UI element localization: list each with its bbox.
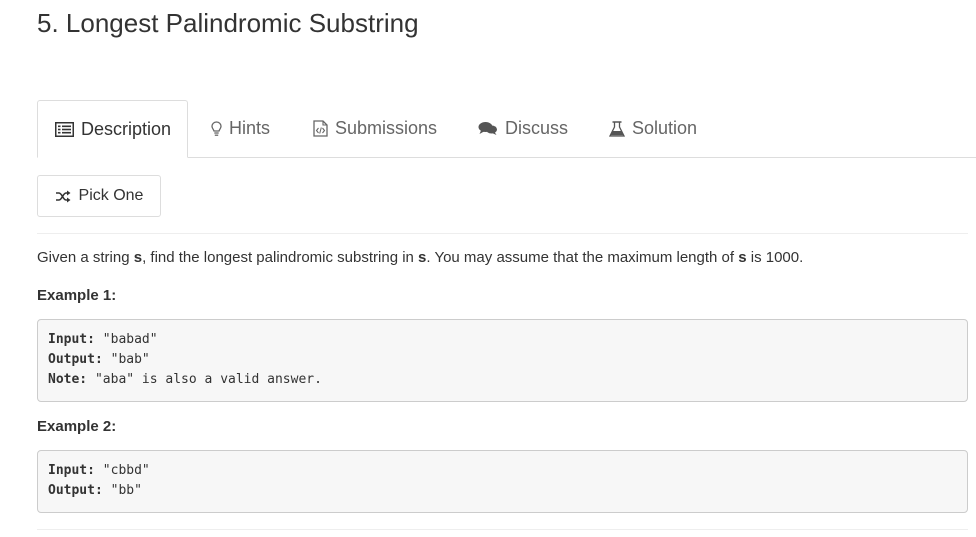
divider — [37, 529, 968, 530]
page-title: 5. Longest Palindromic Substring — [37, 8, 419, 38]
shuffle-icon — [55, 190, 71, 203]
tab-solution-label: Solution — [632, 118, 698, 138]
tab-hints[interactable]: Hints — [211, 100, 270, 157]
example-line: Output: "bab" — [48, 350, 957, 370]
code-file-icon — [313, 120, 328, 137]
tab-hints-label: Hints — [229, 118, 271, 138]
pick-one-label: Pick One — [78, 187, 144, 204]
description-text: . You may assume that the maximum length… — [426, 249, 739, 266]
example-1-block: Input: "babad" Output: "bab" Note: "aba"… — [37, 319, 968, 402]
tab-solution[interactable]: Solution — [609, 100, 697, 157]
example-1-title: Example 1: — [37, 287, 117, 304]
example-line: Input: "cbbd" — [48, 461, 957, 481]
chat-bubbles-icon — [478, 121, 498, 136]
example-key: Output: — [48, 352, 103, 367]
tab-description-label: Description — [81, 118, 172, 139]
problem-description: Given a string s, find the longest palin… — [37, 249, 803, 266]
pick-one-button[interactable]: Pick One — [37, 175, 161, 217]
tab-discuss-label: Discuss — [505, 118, 569, 138]
tab-submissions[interactable]: Submissions — [313, 100, 437, 157]
flask-icon — [609, 120, 625, 137]
description-text: is 1000. — [746, 249, 804, 266]
tab-discuss[interactable]: Discuss — [478, 100, 568, 157]
lightbulb-icon — [211, 120, 222, 137]
example-key: Input: — [48, 463, 95, 478]
tab-submissions-label: Submissions — [335, 118, 438, 138]
example-key: Output: — [48, 483, 103, 498]
example-value: "babad" — [94, 332, 158, 347]
example-value: "aba" is also a valid answer. — [87, 372, 322, 387]
problem-page: 5. Longest Palindromic Substring Descrip… — [0, 0, 976, 537]
example-value: "bab" — [102, 352, 150, 367]
example-2-title: Example 2: — [37, 418, 117, 435]
example-2-block: Input: "cbbd" Output: "bb" — [37, 450, 968, 513]
example-value: "cbbd" — [94, 463, 150, 478]
tab-bar: Description Hints Submissions Discuss So… — [0, 100, 976, 158]
description-text: Given a string — [37, 249, 134, 266]
list-icon — [55, 121, 74, 137]
example-line: Note: "aba" is also a valid answer. — [48, 370, 957, 390]
tab-description[interactable]: Description — [37, 100, 188, 158]
example-line: Input: "babad" — [48, 330, 957, 350]
description-text: , find the longest palindromic substring… — [142, 249, 419, 266]
description-variable: s — [133, 249, 143, 266]
example-value: "bb" — [102, 483, 142, 498]
example-line: Output: "bb" — [48, 481, 957, 501]
description-variable: s — [738, 249, 747, 266]
example-key: Input: — [48, 332, 95, 347]
divider — [37, 233, 968, 234]
example-key: Note: — [48, 372, 88, 387]
